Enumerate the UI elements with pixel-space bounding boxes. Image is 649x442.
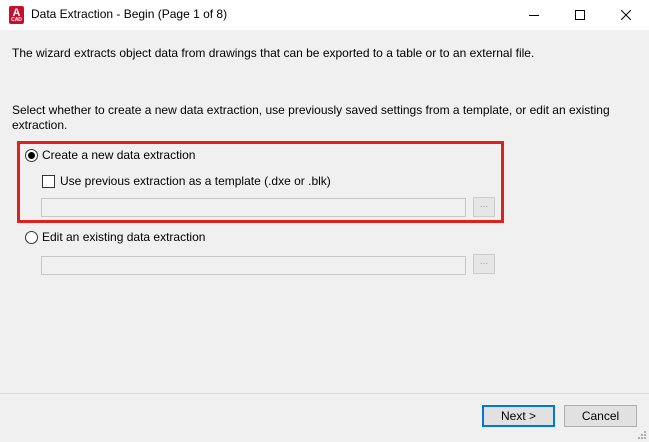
maximize-icon (575, 10, 585, 20)
template-path-input[interactable] (41, 198, 466, 217)
existing-browse-button[interactable]: ... (473, 254, 495, 274)
cancel-button[interactable]: Cancel (564, 405, 637, 427)
autocad-app-icon: A CAD (9, 6, 24, 24)
use-template-checkbox[interactable] (42, 175, 55, 188)
footer-divider (0, 393, 649, 394)
title-bar: A CAD Data Extraction - Begin (Page 1 of… (0, 0, 649, 30)
maximize-button[interactable] (557, 0, 603, 30)
use-template-label[interactable]: Use previous extraction as a template (.… (60, 174, 331, 188)
create-new-label[interactable]: Create a new data extraction (42, 148, 195, 162)
close-button[interactable] (603, 0, 649, 30)
edit-existing-radio[interactable] (25, 231, 38, 244)
minimize-button[interactable] (511, 0, 557, 30)
template-browse-button[interactable]: ... (473, 197, 495, 217)
intro-text: The wizard extracts object data from dra… (12, 46, 535, 60)
create-new-radio[interactable] (25, 149, 38, 162)
minimize-icon (529, 15, 539, 16)
resize-grip-icon[interactable] (636, 429, 647, 440)
app-icon-sub: CAD (11, 17, 22, 23)
close-icon (621, 10, 631, 20)
edit-existing-label[interactable]: Edit an existing data extraction (42, 230, 205, 244)
existing-path-input[interactable] (41, 256, 466, 275)
next-button[interactable]: Next > (482, 405, 555, 427)
instruction-text: Select whether to create a new data extr… (12, 103, 610, 132)
window-title: Data Extraction - Begin (Page 1 of 8) (31, 7, 228, 21)
